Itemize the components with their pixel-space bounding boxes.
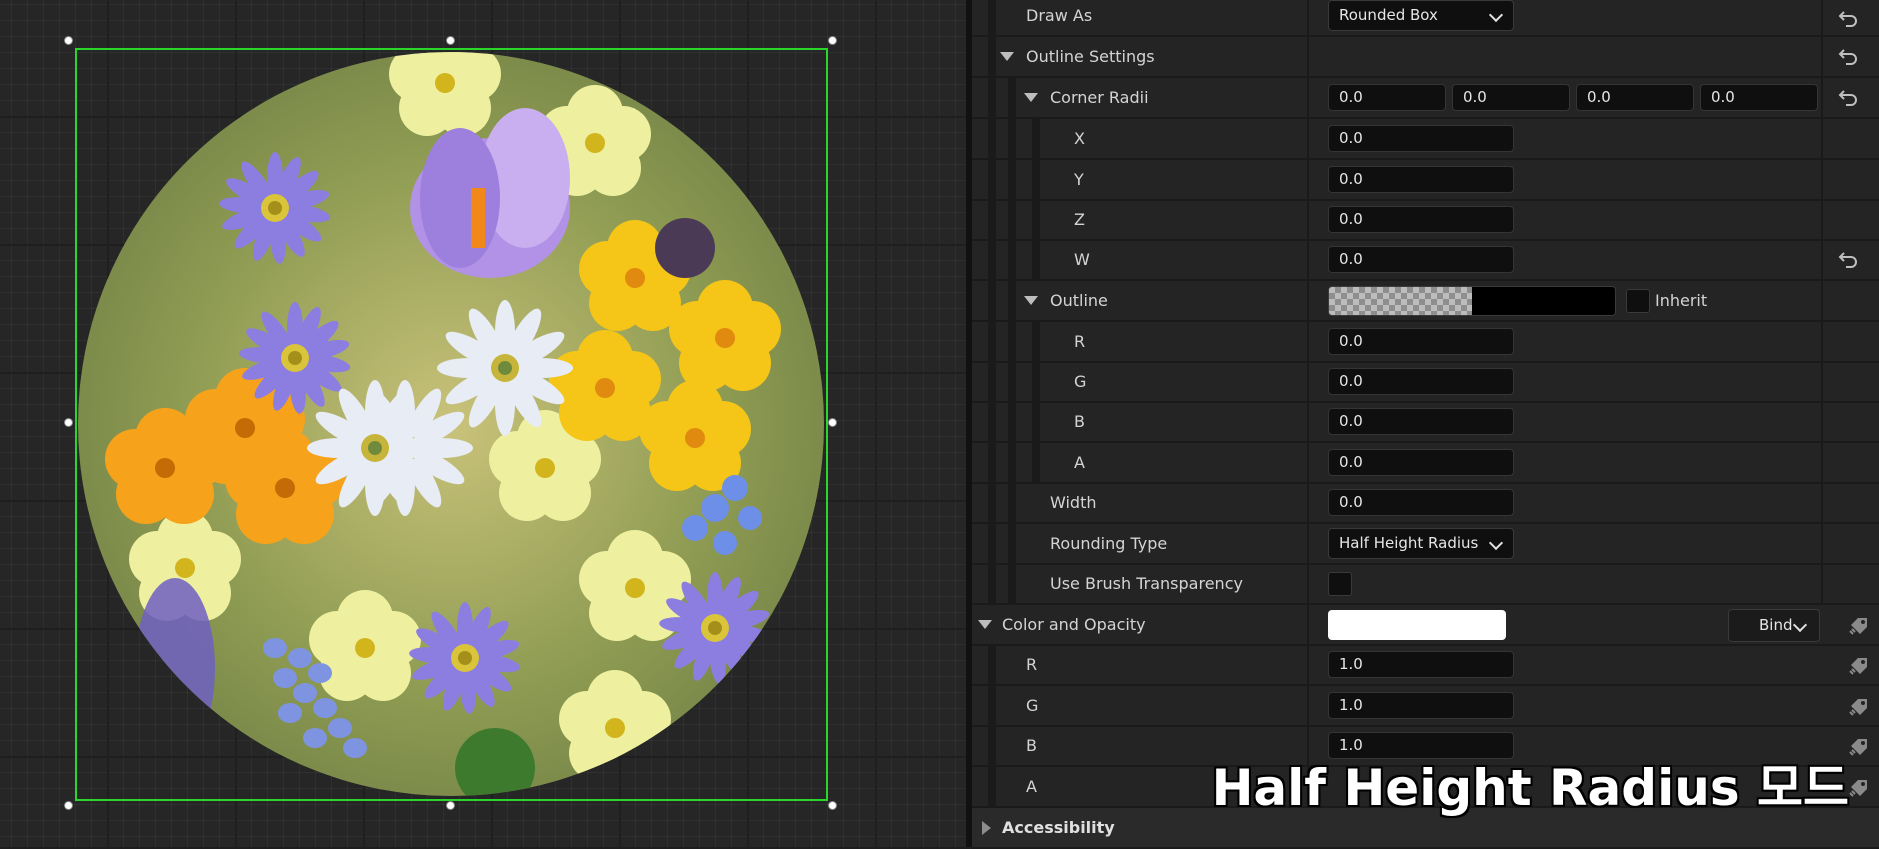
chevron-down-icon xyxy=(1792,617,1808,633)
collapse-arrow-icon[interactable] xyxy=(982,821,991,835)
outline-g-row: G 0.0 xyxy=(972,362,1879,403)
outline-r-row: R 0.0 xyxy=(972,322,1879,363)
property-binding-icon[interactable] xyxy=(1848,655,1870,675)
property-binding-icon[interactable] xyxy=(1848,615,1870,635)
outline-b-row: B 0.0 xyxy=(972,402,1879,443)
outline-settings-row[interactable]: Outline Settings xyxy=(972,37,1879,78)
color-g-field[interactable]: 1.0 xyxy=(1328,692,1514,719)
color-g-row: G 1.0 xyxy=(972,686,1879,727)
expand-arrow-icon[interactable] xyxy=(1024,296,1038,305)
corner-radii-row[interactable]: Corner Radii 0.0 0.0 0.0 0.0 xyxy=(972,78,1879,119)
use-brush-transparency-checkbox[interactable] xyxy=(1328,572,1352,596)
outline-row[interactable]: Outline Inherit xyxy=(972,281,1879,322)
r-label: R xyxy=(1074,332,1086,351)
w-field[interactable]: 0.0 xyxy=(1328,246,1514,273)
color-and-opacity-swatch[interactable] xyxy=(1328,610,1506,640)
corner-radii-z-row: Z 0.0 xyxy=(972,200,1879,241)
g-label: G xyxy=(1026,696,1039,715)
use-brush-transparency-row: Use Brush Transparency xyxy=(972,564,1879,605)
a-label: A xyxy=(1026,777,1037,796)
draw-as-label: Draw As xyxy=(1026,6,1093,25)
g-label: G xyxy=(1074,372,1087,391)
bind-label: Bind xyxy=(1759,616,1793,634)
color-r-field[interactable]: 1.0 xyxy=(1328,651,1514,678)
outline-settings-label: Outline Settings xyxy=(1026,47,1155,66)
outline-a-field[interactable]: 0.0 xyxy=(1328,449,1514,476)
rounding-type-label: Rounding Type xyxy=(1050,534,1168,553)
outline-label: Outline xyxy=(1050,291,1108,310)
color-r-row: R 1.0 xyxy=(972,645,1879,686)
color-and-opacity-row[interactable]: Color and Opacity Bind xyxy=(972,605,1879,646)
b-label: B xyxy=(1026,736,1037,755)
width-row: Width 0.0 xyxy=(972,483,1879,524)
rounding-type-row: Rounding Type Half Height Radius xyxy=(972,524,1879,565)
expand-arrow-icon[interactable] xyxy=(1024,93,1038,102)
resize-handle-top[interactable] xyxy=(446,36,455,45)
resize-handle-right[interactable] xyxy=(828,418,837,427)
inherit-checkbox[interactable] xyxy=(1626,289,1650,313)
resize-handle-bottom-right[interactable] xyxy=(828,801,837,810)
selected-widget-outline xyxy=(75,48,828,801)
outline-b-field[interactable]: 0.0 xyxy=(1328,408,1514,435)
outline-r-field[interactable]: 0.0 xyxy=(1328,328,1514,355)
outline-g-field[interactable]: 0.0 xyxy=(1328,368,1514,395)
property-binding-icon[interactable] xyxy=(1848,777,1870,797)
z-label: Z xyxy=(1074,210,1085,229)
corner-radii-x-row: X 0.0 xyxy=(972,119,1879,160)
reset-arrow-icon[interactable] xyxy=(1838,10,1858,28)
corner-radii-w-row: W 0.0 xyxy=(972,240,1879,281)
corner-radii-y-field[interactable]: 0.0 xyxy=(1452,84,1570,111)
resize-handle-bottom-left[interactable] xyxy=(64,801,73,810)
draw-as-value: Rounded Box xyxy=(1339,6,1438,24)
accessibility-label: Accessibility xyxy=(1002,818,1115,837)
bind-button[interactable]: Bind xyxy=(1728,609,1820,642)
corner-radii-x-field[interactable]: 0.0 xyxy=(1328,84,1446,111)
reset-arrow-icon[interactable] xyxy=(1838,251,1858,269)
resize-handle-left[interactable] xyxy=(64,418,73,427)
r-label: R xyxy=(1026,655,1038,674)
resize-handle-top-right[interactable] xyxy=(828,36,837,45)
caption-overlay: Half Height Radius 모드 xyxy=(1211,759,1849,817)
z-field[interactable]: 0.0 xyxy=(1328,206,1514,233)
expand-arrow-icon[interactable] xyxy=(1000,52,1014,61)
corner-radii-label: Corner Radii xyxy=(1050,88,1149,107)
outline-a-row: A 0.0 xyxy=(972,443,1879,484)
designer-canvas[interactable] xyxy=(0,0,966,847)
width-label: Width xyxy=(1050,493,1097,512)
a-label: A xyxy=(1074,453,1085,472)
expand-arrow-icon[interactable] xyxy=(978,620,992,629)
draw-as-row: Draw As Rounded Box xyxy=(972,0,1879,37)
resize-handle-top-left[interactable] xyxy=(64,36,73,45)
corner-radii-y-row: Y 0.0 xyxy=(972,160,1879,201)
x-field[interactable]: 0.0 xyxy=(1328,125,1514,152)
reset-arrow-icon[interactable] xyxy=(1838,89,1858,107)
resize-handle-bottom[interactable] xyxy=(446,801,455,810)
color-and-opacity-label: Color and Opacity xyxy=(1002,615,1146,634)
use-brush-transparency-label: Use Brush Transparency xyxy=(1050,574,1243,593)
corner-radii-w-field[interactable]: 0.0 xyxy=(1700,84,1818,111)
property-binding-icon[interactable] xyxy=(1848,696,1870,716)
b-label: B xyxy=(1074,412,1085,431)
inherit-label: Inherit xyxy=(1655,291,1708,310)
width-field[interactable]: 0.0 xyxy=(1328,489,1514,516)
rounding-type-dropdown[interactable]: Half Height Radius xyxy=(1328,528,1514,559)
property-binding-icon[interactable] xyxy=(1848,736,1870,756)
chevron-down-icon xyxy=(1488,7,1504,23)
outline-color-swatch[interactable] xyxy=(1328,286,1616,316)
rounding-type-value: Half Height Radius xyxy=(1339,534,1479,552)
draw-as-dropdown[interactable]: Rounded Box xyxy=(1328,0,1514,31)
y-label: Y xyxy=(1074,170,1084,189)
chevron-down-icon xyxy=(1488,535,1504,551)
w-label: W xyxy=(1074,250,1090,269)
corner-radii-z-field[interactable]: 0.0 xyxy=(1576,84,1694,111)
reset-arrow-icon[interactable] xyxy=(1838,48,1858,66)
details-panel: Draw As Rounded Box Outline Settings Cor… xyxy=(972,0,1879,849)
x-label: X xyxy=(1074,129,1085,148)
y-field[interactable]: 0.0 xyxy=(1328,166,1514,193)
